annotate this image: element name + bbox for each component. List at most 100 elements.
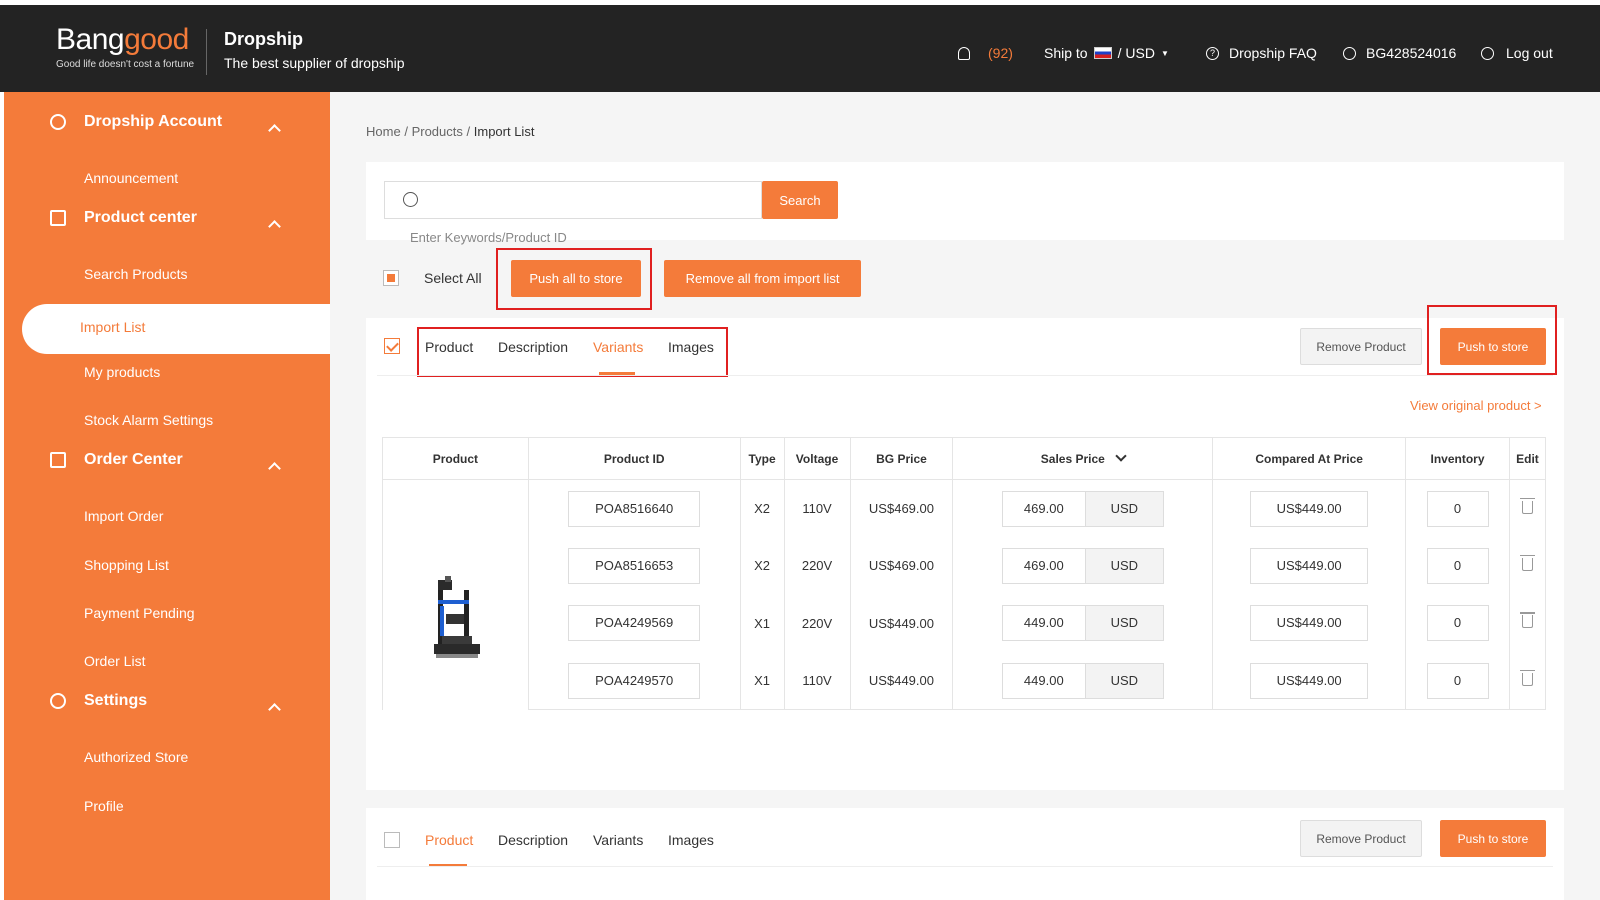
trash-icon[interactable]: [1519, 554, 1535, 571]
remove-product-button[interactable]: Remove Product: [1300, 820, 1422, 857]
sales-price-field[interactable]: 449.00 USD: [1001, 662, 1164, 699]
sales-price-value[interactable]: 469.00: [1002, 491, 1085, 526]
faq-label: Dropship FAQ: [1229, 45, 1317, 61]
document-icon: [50, 452, 66, 468]
tab-variants[interactable]: Variants: [593, 339, 643, 355]
ship-to-selector[interactable]: Ship to / USD ▼: [1044, 45, 1169, 61]
inventory-field[interactable]: 0: [1426, 490, 1489, 527]
sales-price-field[interactable]: 469.00 USD: [1001, 490, 1164, 527]
sidebar-item-import-list[interactable]: Import List: [22, 304, 330, 354]
voltage-cell: 110V: [783, 652, 851, 710]
sidebar-item-profile[interactable]: Profile: [84, 798, 124, 814]
sales-price-field[interactable]: 449.00 USD: [1001, 605, 1164, 642]
faq-link[interactable]: ? Dropship FAQ: [1206, 45, 1317, 61]
product-image-3d-printer[interactable]: [430, 570, 484, 662]
search-button[interactable]: Search: [762, 181, 838, 219]
breadcrumb-home[interactable]: Home: [366, 124, 401, 139]
column-header-compared-price: Compared At Price: [1212, 437, 1407, 480]
trash-icon[interactable]: [1519, 497, 1535, 514]
sidebar-item-shopping-list[interactable]: Shopping List: [84, 557, 169, 573]
tab-product[interactable]: Product: [425, 832, 473, 848]
product-id-field[interactable]: POA4249569: [568, 605, 701, 642]
remove-product-button[interactable]: Remove Product: [1300, 328, 1422, 365]
sidebar-item-import-order[interactable]: Import Order: [84, 508, 163, 524]
column-header-edit: Edit: [1508, 437, 1547, 480]
inventory-field[interactable]: 0: [1426, 605, 1489, 642]
compared-price-field[interactable]: US$449.00: [1250, 662, 1369, 699]
tab-product[interactable]: Product: [425, 339, 473, 355]
currency-unit: USD: [1084, 606, 1163, 641]
type-cell: X2: [739, 537, 785, 595]
voltage-cell: 110V: [783, 479, 851, 537]
currency-label: / USD: [1117, 45, 1155, 61]
settings-icon: [50, 693, 66, 709]
column-header-product-id: Product ID: [527, 437, 741, 480]
breadcrumb-current: Import List: [473, 124, 535, 139]
voltage-cell: 220V: [783, 537, 851, 595]
push-to-store-button[interactable]: Push to store: [1440, 328, 1546, 365]
sales-price-value[interactable]: 449.00: [1002, 663, 1085, 698]
compared-price-field[interactable]: US$449.00: [1250, 490, 1369, 527]
sidebar-item-search-products[interactable]: Search Products: [84, 266, 188, 282]
sidebar-item-order-list[interactable]: Order List: [84, 653, 145, 669]
tab-images[interactable]: Images: [668, 339, 714, 355]
product-id-field[interactable]: POA8516653: [568, 547, 701, 584]
push-to-store-button[interactable]: Push to store: [1440, 820, 1546, 857]
settings-icon: [50, 114, 66, 130]
trash-icon[interactable]: [1519, 612, 1535, 629]
breadcrumb-products[interactable]: Products: [412, 124, 463, 139]
brand-subtitle: The best supplier of dropship: [224, 55, 405, 71]
trash-icon[interactable]: [1519, 669, 1535, 686]
type-cell: X1: [739, 594, 785, 652]
sidebar-item-payment-pending[interactable]: Payment Pending: [84, 605, 195, 621]
column-header-voltage: Voltage: [783, 437, 851, 480]
sidebar: Dropship Account Announcement Product ce…: [4, 92, 330, 900]
push-all-button[interactable]: Push all to store: [511, 260, 641, 297]
variants-table: Product Product ID Type Voltage BG Price…: [382, 437, 1547, 710]
remove-all-button[interactable]: Remove all from import list: [664, 260, 861, 297]
view-original-product-link[interactable]: View original product >: [1410, 398, 1542, 413]
column-header-sales-price[interactable]: Sales Price: [952, 437, 1214, 480]
search-hint: Enter Keywords/Product ID: [410, 230, 567, 245]
tab-images[interactable]: Images: [668, 832, 714, 848]
sales-price-value[interactable]: 449.00: [1002, 606, 1085, 641]
logout-link[interactable]: Log out: [1481, 45, 1553, 61]
sales-price-value[interactable]: 469.00: [1002, 548, 1085, 583]
bg-price-cell: US$469.00: [849, 537, 954, 595]
bg-price-cell: US$449.00: [849, 652, 954, 710]
compared-price-field[interactable]: US$449.00: [1250, 605, 1369, 642]
sidebar-item-my-products[interactable]: My products: [84, 364, 160, 380]
column-header-inventory: Inventory: [1405, 437, 1510, 480]
chevron-down-icon[interactable]: [1115, 449, 1127, 462]
sidebar-item-stock-alarm[interactable]: Stock Alarm Settings: [84, 412, 213, 428]
bg-price-cell: US$449.00: [849, 594, 954, 652]
column-header-type: Type: [739, 437, 785, 480]
bell-icon: [958, 46, 970, 60]
tab-description[interactable]: Description: [498, 832, 568, 848]
compared-price-field[interactable]: US$449.00: [1250, 547, 1369, 584]
sales-price-field[interactable]: 469.00 USD: [1001, 547, 1164, 584]
sidebar-item-announcement[interactable]: Announcement: [84, 170, 178, 186]
table-row: POA8516640 X2 110V US$469.00 469.00 USD U…: [382, 479, 1547, 710]
notifications[interactable]: (92): [958, 45, 1013, 61]
search-input[interactable]: [433, 188, 733, 212]
account-link[interactable]: BG428524016: [1343, 45, 1456, 61]
breadcrumb-separator: /: [466, 124, 471, 139]
product-id-field[interactable]: POA4249570: [568, 662, 701, 699]
column-header-bg-price: BG Price: [849, 437, 954, 480]
user-icon: [1343, 46, 1356, 60]
table-row: POA4249570 X1 110V US$449.00 449.00 USD U…: [383, 652, 1547, 710]
product-checkbox[interactable]: [384, 338, 400, 354]
inventory-field[interactable]: 0: [1426, 547, 1489, 584]
product-id-field[interactable]: POA8516640: [568, 490, 701, 527]
currency-unit: USD: [1084, 491, 1163, 526]
inventory-field[interactable]: 0: [1426, 662, 1489, 699]
box-icon: [50, 210, 66, 226]
notification-count: (92): [988, 45, 1013, 61]
tab-description[interactable]: Description: [498, 339, 568, 355]
sidebar-item-authorized-store[interactable]: Authorized Store: [84, 749, 188, 765]
tab-variants[interactable]: Variants: [593, 832, 643, 848]
banggood-logo[interactable]: Banggood Good life doesn't cost a fortun…: [56, 23, 194, 70]
product-checkbox[interactable]: [384, 832, 400, 848]
select-all-checkbox[interactable]: [383, 270, 399, 286]
